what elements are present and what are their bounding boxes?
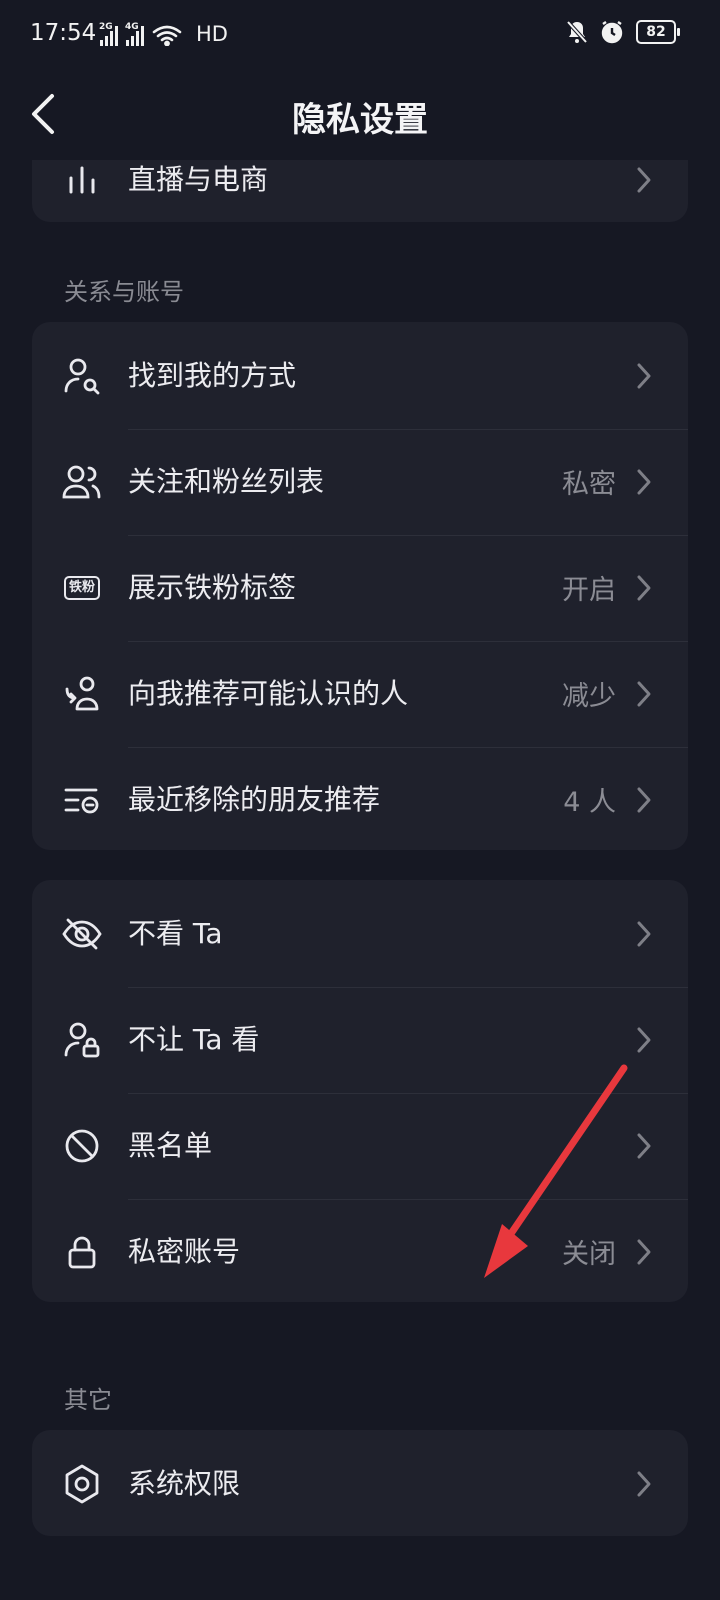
annotation-arrow-icon	[484, 1064, 628, 1278]
